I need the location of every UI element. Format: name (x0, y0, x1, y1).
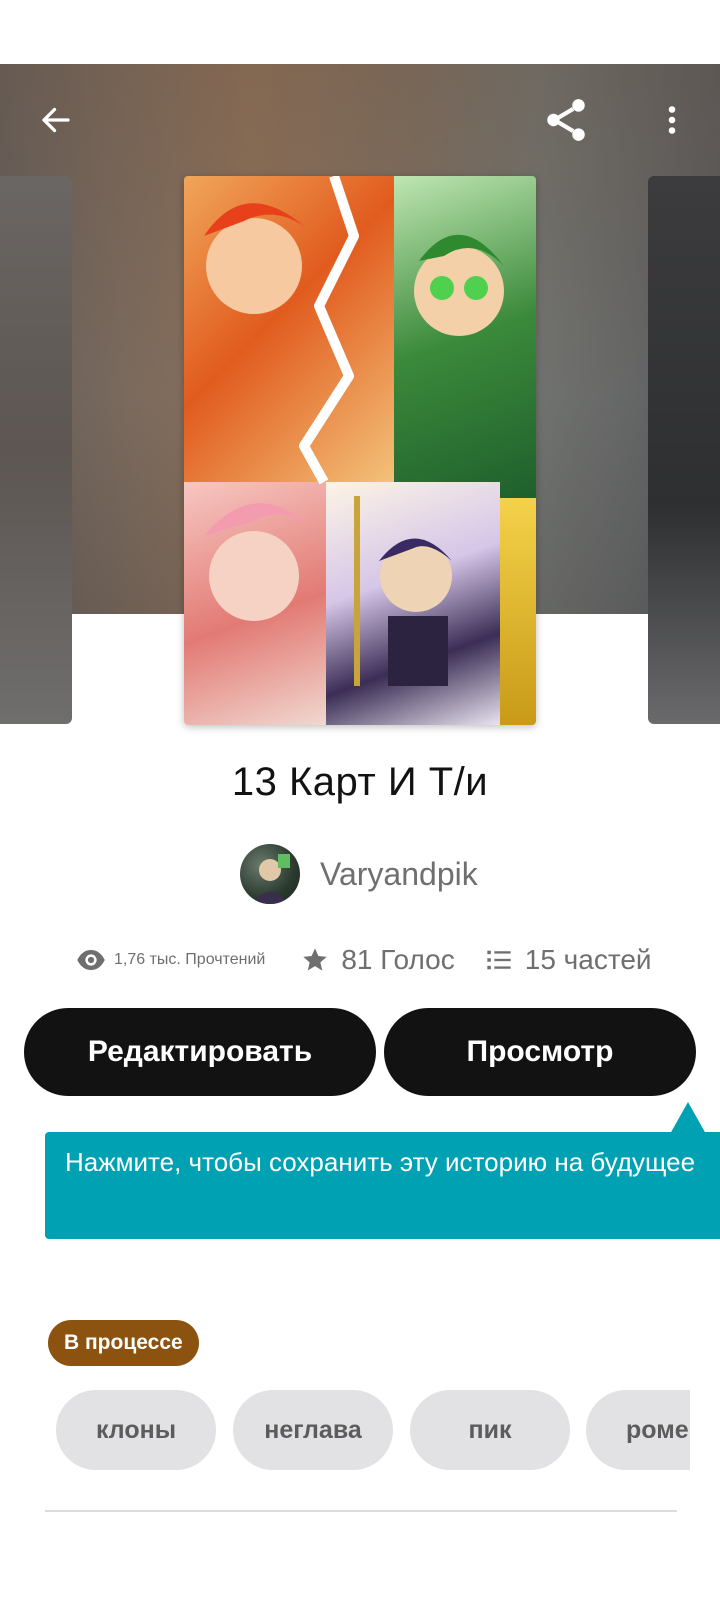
tag-chip[interactable]: неглава (233, 1390, 393, 1470)
reads-stat: 1,76 тыс. Прочтений (76, 945, 265, 975)
story-cover-image[interactable] (184, 176, 536, 725)
tag-chip[interactable]: клоны (56, 1390, 216, 1470)
cover-illustration (204, 176, 504, 686)
parts-count[interactable]: 15 частей (525, 944, 652, 976)
status-badge: В процессе (48, 1320, 199, 1366)
back-button[interactable] (28, 92, 84, 148)
list-icon (487, 950, 511, 970)
edit-button[interactable]: Редактировать (24, 1008, 376, 1096)
next-story-cover[interactable] (648, 176, 720, 724)
reads-count: 1,76 тыс. Прочтений (114, 951, 266, 968)
more-options-button[interactable] (644, 92, 700, 148)
status-bar (0, 0, 720, 64)
tag-chip[interactable]: роме (586, 1390, 690, 1470)
view-button[interactable]: Просмотр (384, 1008, 696, 1096)
previous-story-cover[interactable] (0, 176, 72, 724)
tag-chip[interactable]: пик (410, 1390, 570, 1470)
author-avatar[interactable] (240, 844, 300, 904)
story-title: 13 Карт И Т/и (231, 760, 489, 804)
parts-stat[interactable]: 15 частей (485, 944, 652, 976)
votes-count: 81 Голос (341, 944, 455, 975)
tag-list: клоны неглава пик роме (56, 1390, 690, 1470)
save-story-tooltip[interactable]: Нажмите, чтобы сохранить эту историю на … (45, 1132, 720, 1239)
share-icon (547, 99, 585, 141)
author-name[interactable]: Varyandpik (320, 856, 478, 893)
eye-icon (77, 950, 105, 970)
share-button[interactable] (538, 92, 594, 148)
more-vertical-icon (668, 106, 676, 134)
votes-stat: 81 Голос (301, 944, 455, 976)
divider (45, 1510, 677, 1512)
star-icon (303, 948, 328, 971)
story-stats: 1,76 тыс. Прочтений 81 Голос 15 частей (76, 940, 652, 980)
arrow-left-icon (42, 107, 70, 133)
tooltip-arrow (670, 1102, 706, 1134)
author-row[interactable]: Varyandpik (240, 843, 478, 905)
